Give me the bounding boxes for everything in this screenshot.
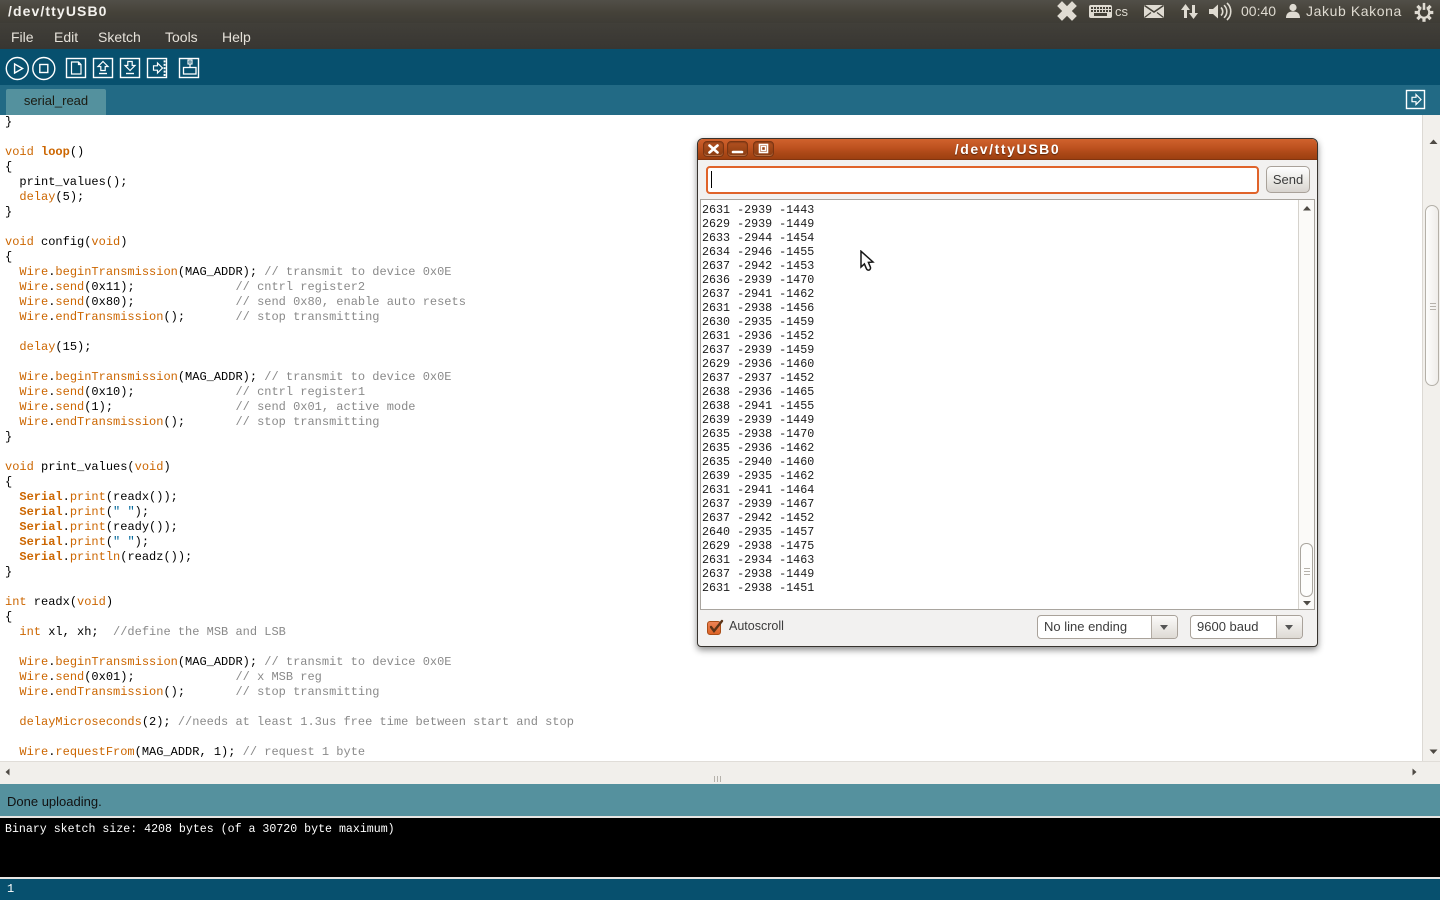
svg-text:Jakub Kakona: Jakub Kakona	[1306, 3, 1402, 19]
svg-text:cs: cs	[1115, 4, 1129, 19]
svg-text:00:40: 00:40	[1241, 3, 1276, 19]
